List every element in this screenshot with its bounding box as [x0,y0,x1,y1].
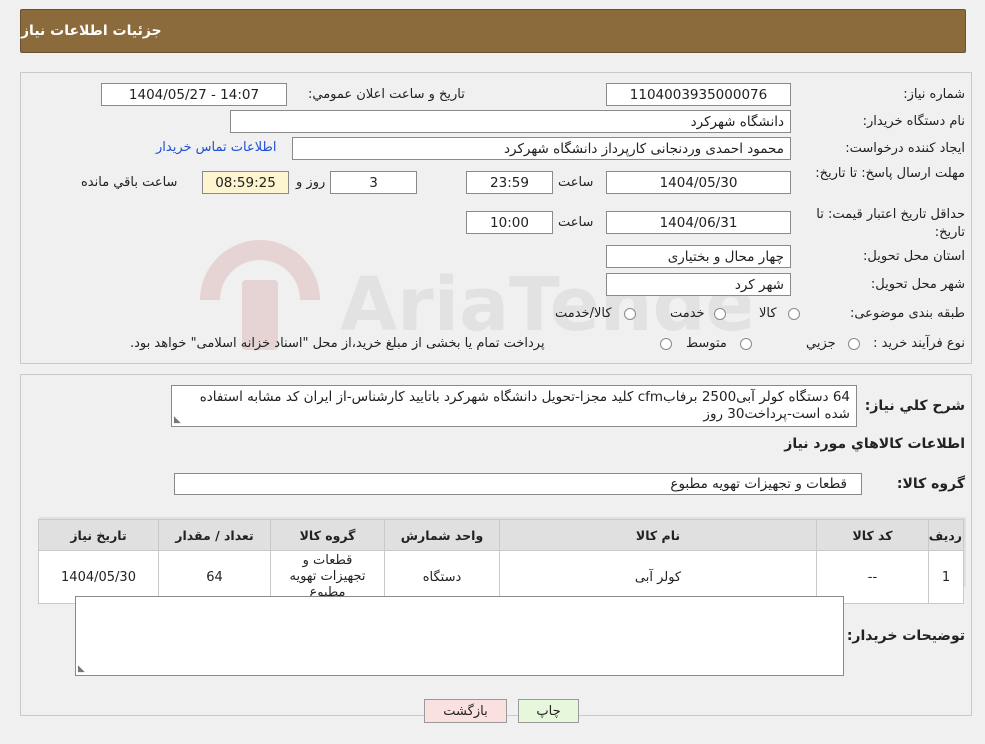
col-header-item-name: نام کالا [499,519,817,551]
resize-grip-icon[interactable]: ◢ [174,415,181,425]
goods-group-text: قطعات و تجهیزات تهویه مطبوع [670,476,847,492]
price-validity-time-label: ساعت [558,215,594,230]
col-header-quantity: تعداد / مقدار [158,519,271,551]
buyer-notes-label: توضيحات خريدار: [846,628,965,644]
city-label: شهر محل تحويل: [870,277,965,292]
price-validity-time: 10:00 [466,211,553,234]
goods-section-title: اطلاعات کالاهاي مورد نياز [784,436,965,452]
col-header-row-number: رديف [928,519,964,551]
requester-label: ايجاد کننده درخواست: [845,141,965,156]
process-radio-treasury[interactable] [660,338,672,350]
price-validity-date: 1404/06/31 [606,211,791,234]
description-label: شرح کلي نياز: [864,398,965,414]
price-validity-label: حداقل تاريخ اعتبار قيمت: تا تاريخ: [816,207,965,240]
province-label: استان محل تحويل: [863,249,965,264]
cell-row-number: 1 [928,550,964,604]
goods-group-label: گروه کالا: [896,476,965,492]
category-label: طبقه بندی موضوعی: [849,306,965,321]
process-option-minor: جزيي [806,336,836,351]
col-header-need-date: تاريخ نياز [38,519,159,551]
process-note: پرداخت تمام يا بخشی از مبلغ خريد،از محل … [130,336,545,351]
deadline-label: مهلت ارسال پاسخ: تا تاريخ: [815,166,965,181]
process-label: نوع فرآيند خريد : [873,336,965,351]
print-button[interactable]: چاپ [518,699,579,723]
buyer-notes-textarea[interactable]: ◢ [75,596,844,676]
category-radio-service[interactable] [714,308,726,320]
process-radio-minor[interactable] [848,338,860,350]
process-radio-medium[interactable] [740,338,752,350]
back-button[interactable]: بازگشت [424,699,507,723]
deadline-time-label: ساعت [558,175,594,190]
category-option-service: خدمت [670,306,705,321]
page-header: جزئيات اطلاعات نياز [20,9,966,53]
remaining-time: 08:59:25 [202,171,289,194]
buyer-org-value: دانشگاه شهرکرد [230,110,791,133]
description-text: 64 دستگاه کولر آبی2500 برفابcfm کلید مجز… [199,389,850,422]
process-option-medium: متوسط [686,336,727,351]
days-label: روز و [296,175,326,190]
items-table: رديف کد کالا نام کالا واحد شمارش گروه کا… [38,519,964,604]
col-header-item-code: کد کالا [816,519,929,551]
resize-grip-icon[interactable]: ◢ [78,664,85,674]
category-radio-goods-service[interactable] [624,308,636,320]
remaining-label: ساعت باقي مانده [81,175,178,190]
deadline-date: 1404/05/30 [606,171,791,194]
deadline-time: 23:59 [466,171,553,194]
announce-label: تاريخ و ساعت اعلان عمومي: [308,87,465,102]
buyer-org-label: نام دستگاه خريدار: [862,114,965,129]
table-header-row: رديف کد کالا نام کالا واحد شمارش گروه کا… [38,519,964,551]
need-number-value: 1104003935000076 [606,83,791,106]
contact-info-link[interactable]: اطلاعات تماس خريدار [156,140,276,155]
col-header-group: گروه کالا [270,519,385,551]
category-option-goods: کالا [759,306,777,321]
announce-value: 1404/05/27 - 14:07 [101,83,287,106]
category-radio-goods[interactable] [788,308,800,320]
items-table-wrap: رديف کد کالا نام کالا واحد شمارش گروه کا… [38,517,966,604]
page-title: جزئيات اطلاعات نياز [21,23,162,39]
category-option-goods-service: کالا/خدمت [555,306,612,321]
need-number-label: شماره نياز: [903,87,965,102]
requester-value: محمود احمدی وردنجانی کارپرداز دانشگاه شه… [292,137,791,160]
description-textarea[interactable]: 64 دستگاه کولر آبی2500 برفابcfm کلید مجز… [171,385,857,427]
province-value: چهار محال و بختياری [606,245,791,268]
city-value: شهر کرد [606,273,791,296]
col-header-unit: واحد شمارش [384,519,500,551]
goods-group-value: قطعات و تجهیزات تهویه مطبوع [174,473,862,495]
days-remaining: 3 [330,171,417,194]
